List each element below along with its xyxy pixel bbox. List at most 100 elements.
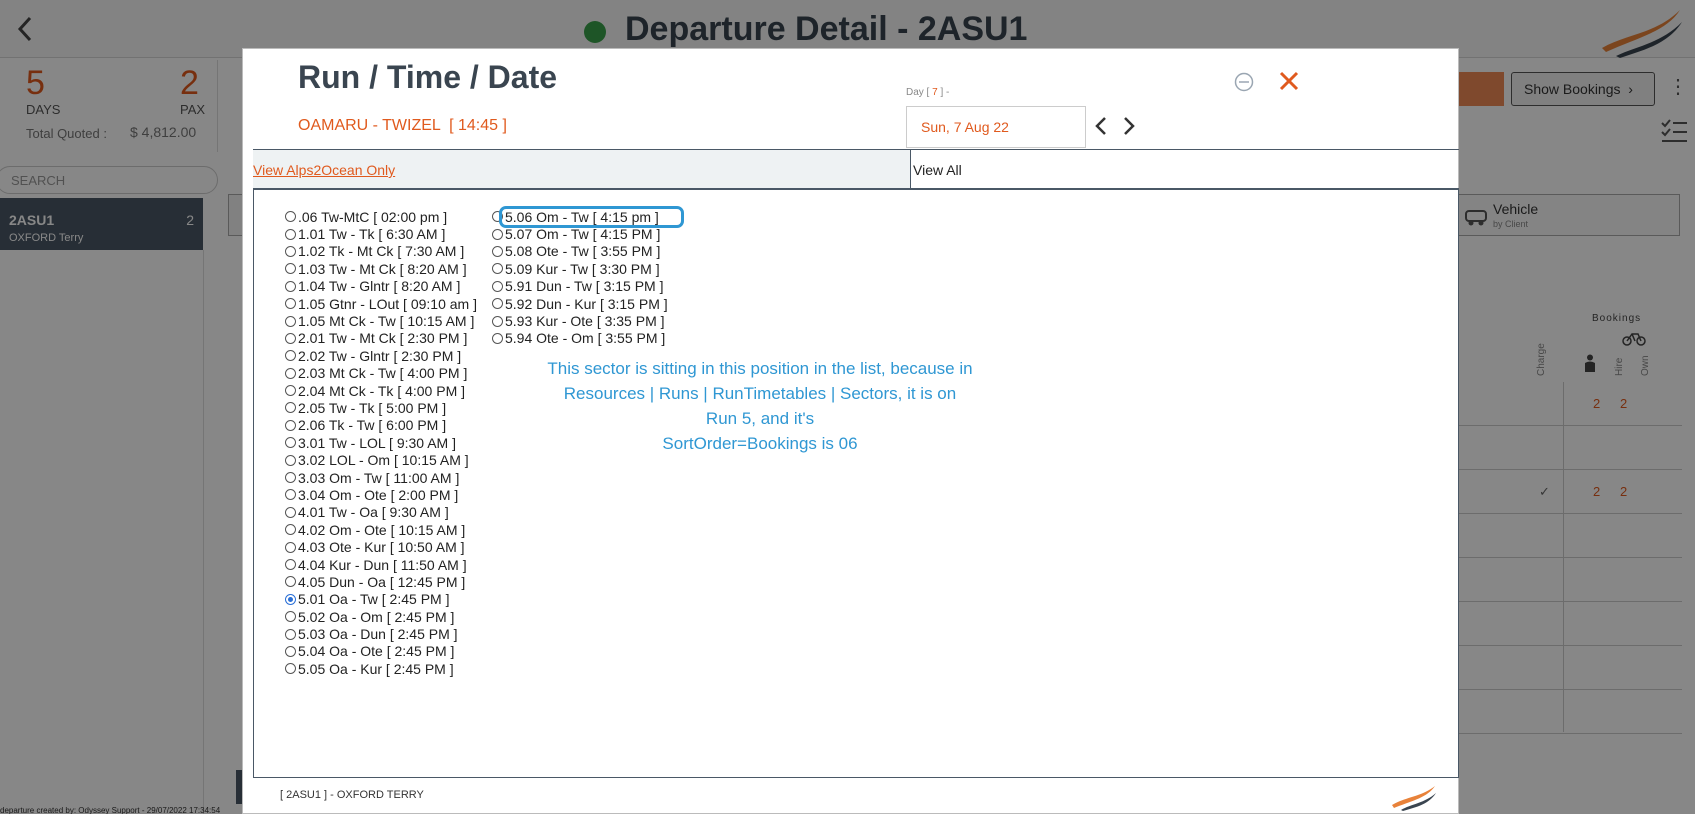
radio-button[interactable]: [285, 472, 296, 484]
radio-button[interactable]: [285, 559, 296, 570]
radio-button[interactable]: [285, 263, 296, 275]
close-icon[interactable]: [1278, 70, 1300, 92]
run-option-label: 5.09 Kur - Tw [ 3:30 PM ]: [505, 260, 660, 277]
run-option[interactable]: 2.03 Mt Ck - Tw [ 4:00 PM ]: [285, 365, 477, 382]
radio-button[interactable]: [285, 332, 296, 344]
run-option[interactable]: 3.04 Om - Ote [ 2:00 PM ]: [285, 486, 477, 503]
radio-button[interactable]: [285, 211, 296, 223]
annotation-line: SortOrder=Bookings is 06: [662, 434, 858, 453]
run-option-label: 4.04 Kur - Dun [ 11:50 AM ]: [298, 556, 467, 573]
radio-button[interactable]: [285, 576, 296, 588]
run-option[interactable]: 2.04 Mt Ck - Tk [ 4:00 PM ]: [285, 382, 477, 399]
radio-button[interactable]: [285, 663, 296, 675]
run-option[interactable]: 4.02 Om - Ote [ 10:15 AM ]: [285, 521, 477, 538]
run-option-label: 3.03 Om - Tw [ 11:00 AM ]: [298, 469, 460, 486]
run-option[interactable]: 4.01 Tw - Oa [ 9:30 AM ]: [285, 504, 477, 521]
radio-button[interactable]: [285, 524, 296, 536]
run-option[interactable]: 1.05 Gtnr - LOut [ 09:10 am ]: [285, 295, 477, 312]
annotation-line: Run 5, and it's: [705, 409, 815, 428]
radio-button[interactable]: [492, 332, 503, 344]
radio-button[interactable]: [285, 228, 296, 240]
radio-button[interactable]: [285, 454, 296, 466]
run-option[interactable]: 3.02 LOL - Om [ 10:15 AM ]: [285, 451, 477, 468]
run-option-label: 5.92 Dun - Kur [ 3:15 PM ]: [505, 295, 668, 312]
run-option[interactable]: 4.05 Dun - Oa [ 12:45 PM ]: [285, 573, 477, 590]
run-option[interactable]: .06 Tw-MtC [ 02:00 pm ]: [285, 208, 477, 225]
radio-button[interactable]: [492, 245, 503, 257]
run-option[interactable]: 5.01 Oa - Tw [ 2:45 PM ]: [285, 591, 477, 608]
run-option-label: 5.05 Oa - Kur [ 2:45 PM ]: [298, 660, 454, 677]
run-option-label: 3.04 Om - Ote [ 2:00 PM ]: [298, 486, 459, 503]
radio-button[interactable]: [285, 628, 296, 640]
chevron-right-icon[interactable]: [1121, 115, 1137, 137]
run-option[interactable]: 5.93 Kur - Ote [ 3:35 PM ]: [492, 312, 668, 329]
run-column-2: 5.06 Om - Tw [ 4:15 pm ] 5.07 Om - Tw [ 4…: [492, 208, 668, 347]
modal-title: Run / Time / Date: [298, 59, 558, 95]
filter-alps2ocean-link[interactable]: View Alps2Ocean Only: [253, 150, 911, 188]
radio-button[interactable]: [285, 645, 296, 657]
run-option[interactable]: 2.02 Tw - Glntr [ 2:30 PM ]: [285, 347, 477, 364]
radio-button[interactable]: [285, 541, 296, 553]
run-option-label: 5.93 Kur - Ote [ 3:35 PM ]: [505, 313, 665, 330]
day-prefix: Day [: [906, 87, 930, 98]
chevron-left-icon[interactable]: [1093, 115, 1109, 137]
radio-button[interactable]: [285, 280, 296, 292]
run-option[interactable]: 5.04 Oa - Ote [ 2:45 PM ]: [285, 643, 477, 660]
radio-button[interactable]: [492, 298, 503, 310]
run-option[interactable]: 2.06 Tk - Tw [ 6:00 PM ]: [285, 417, 477, 434]
run-option[interactable]: 2.05 Tw - Tk [ 5:00 PM ]: [285, 399, 477, 416]
run-option-label: 5.04 Oa - Ote [ 2:45 PM ]: [298, 643, 455, 660]
run-option[interactable]: 5.09 Kur - Tw [ 3:30 PM ]: [492, 260, 668, 277]
radio-button[interactable]: [285, 315, 296, 327]
run-option[interactable]: 3.03 Om - Tw [ 11:00 AM ]: [285, 469, 477, 486]
radio-button[interactable]: [285, 611, 296, 623]
annotation-line: This sector is sitting in this position …: [547, 359, 973, 378]
run-option-label: 1.01 Tw - Tk [ 6:30 AM ]: [298, 226, 446, 243]
run-option-label: 4.01 Tw - Oa [ 9:30 AM ]: [298, 504, 449, 521]
radio-button[interactable]: [285, 437, 296, 449]
radio-button[interactable]: [285, 489, 296, 501]
run-option-label: 5.91 Dun - Tw [ 3:15 PM ]: [505, 278, 664, 295]
run-option[interactable]: 5.94 Ote - Om [ 3:55 PM ]: [492, 330, 668, 347]
run-option[interactable]: 3.01 Tw - LOL [ 9:30 AM ]: [285, 434, 477, 451]
radio-button[interactable]: [492, 280, 503, 292]
date-field[interactable]: Sun, 7 Aug 22: [906, 106, 1086, 148]
annotation-note: This sector is sitting in this position …: [510, 356, 1010, 456]
radio-button[interactable]: [285, 245, 296, 257]
highlight-ring: [499, 206, 684, 228]
radio-button[interactable]: [285, 367, 296, 379]
run-option[interactable]: 5.08 Ote - Tw [ 3:55 PM ]: [492, 243, 668, 260]
run-option[interactable]: 1.01 Tw - Tk [ 6:30 AM ]: [285, 225, 477, 242]
run-time-date-modal: Run / Time / Date OAMARU - TWIZEL [ 14:4…: [242, 48, 1459, 814]
run-option[interactable]: 4.03 Ote - Kur [ 10:50 AM ]: [285, 538, 477, 555]
run-option-label: 2.04 Mt Ck - Tk [ 4:00 PM ]: [298, 382, 466, 399]
run-option-label: 4.03 Ote - Kur [ 10:50 AM ]: [298, 539, 465, 556]
run-option[interactable]: 5.05 Oa - Kur [ 2:45 PM ]: [285, 660, 477, 677]
filter-view-all[interactable]: View All: [913, 150, 1457, 188]
radio-button[interactable]: [285, 298, 296, 310]
run-option-label: 3.02 LOL - Om [ 10:15 AM ]: [298, 452, 469, 469]
run-option[interactable]: 2.01 Tw - Mt Ck [ 2:30 PM ]: [285, 330, 477, 347]
run-option-label: .06 Tw-MtC [ 02:00 pm ]: [298, 208, 448, 225]
radio-button[interactable]: [492, 228, 503, 240]
run-option[interactable]: 5.92 Dun - Kur [ 3:15 PM ]: [492, 295, 668, 312]
run-option[interactable]: 1.04 Tw - Glntr [ 8:20 AM ]: [285, 278, 477, 295]
radio-button[interactable]: [492, 315, 503, 327]
run-option[interactable]: 5.02 Oa - Om [ 2:45 PM ]: [285, 608, 477, 625]
run-option-label: 1.03 Tw - Mt Ck [ 8:20 AM ]: [298, 260, 467, 277]
radio-button[interactable]: [285, 419, 296, 431]
radio-button[interactable]: [285, 593, 296, 605]
run-option[interactable]: 4.04 Kur - Dun [ 11:50 AM ]: [285, 556, 477, 573]
radio-button[interactable]: [285, 402, 296, 414]
run-option[interactable]: 1.02 Tk - Mt Ck [ 7:30 AM ]: [285, 243, 477, 260]
radio-button[interactable]: [285, 385, 296, 397]
radio-button[interactable]: [492, 263, 503, 275]
run-option[interactable]: 1.03 Tw - Mt Ck [ 8:20 AM ]: [285, 260, 477, 277]
run-option[interactable]: 1.05 Mt Ck - Tw [ 10:15 AM ]: [285, 312, 477, 329]
modal-footer: [ 2ASU1 ] - OXFORD TERRY: [280, 789, 424, 801]
run-option[interactable]: 5.91 Dun - Tw [ 3:15 PM ]: [492, 278, 668, 295]
run-option[interactable]: 5.03 Oa - Dun [ 2:45 PM ]: [285, 625, 477, 642]
radio-button[interactable]: [285, 350, 296, 362]
radio-button[interactable]: [285, 506, 296, 518]
minimize-icon[interactable]: [1234, 72, 1254, 92]
